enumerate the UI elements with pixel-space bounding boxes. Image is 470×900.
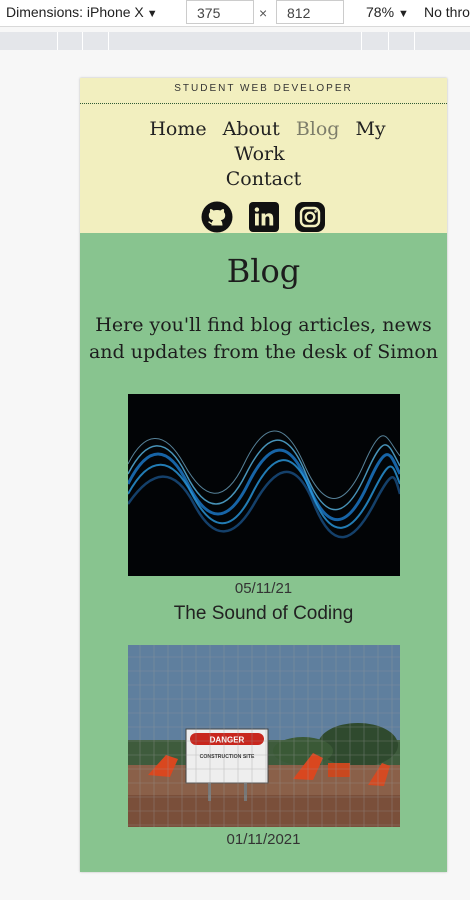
device-dropdown[interactable]: Dimensions: iPhone X ▼ xyxy=(6,4,158,20)
blog-post[interactable]: DANGER CONSTRUCTION SITE 01/11/2021 xyxy=(80,645,447,848)
instagram-icon[interactable] xyxy=(294,201,326,233)
nav-home[interactable]: Home xyxy=(149,118,206,140)
nav-contact[interactable]: Contact xyxy=(226,168,301,190)
chevron-down-icon: ▼ xyxy=(146,8,158,20)
blue-light-waves-image[interactable] xyxy=(127,394,400,576)
linkedin-icon[interactable] xyxy=(248,201,280,233)
social-links xyxy=(80,201,447,233)
device-label: Dimensions: iPhone X xyxy=(6,4,144,20)
media-query-ruler xyxy=(0,32,470,50)
chevron-down-icon: ▼ xyxy=(398,8,409,20)
main-nav: Home About Blog My Work Contact xyxy=(80,117,447,192)
blog-post[interactable]: 05/11/21 The Sound of Coding xyxy=(80,394,447,625)
ruler-tick xyxy=(57,32,58,50)
construction-site-image[interactable]: DANGER CONSTRUCTION SITE xyxy=(127,645,400,827)
github-icon[interactable] xyxy=(201,201,233,233)
ruler-tick xyxy=(82,32,83,50)
width-input[interactable]: 375 xyxy=(186,0,254,24)
zoom-dropdown[interactable]: 78% ▼ xyxy=(366,4,409,20)
throttle-dropdown[interactable]: No thro xyxy=(424,4,470,20)
page-title: Blog xyxy=(226,252,301,290)
nav-blog[interactable]: Blog xyxy=(296,118,340,140)
post-date: 01/11/2021 xyxy=(226,831,301,848)
devtools-toolbar: Dimensions: iPhone X ▼ 375 × 812 78% ▼ No … xyxy=(0,0,470,27)
nav-about[interactable]: About xyxy=(223,118,280,140)
ruler-tick xyxy=(108,32,109,50)
site-tagline: STUDENT WEB DEVELOPER xyxy=(80,78,447,104)
height-input[interactable]: 812 xyxy=(276,0,344,24)
page-intro: Here you'll find blog articles, news and… xyxy=(88,314,439,363)
device-viewport: STUDENT WEB DEVELOPER Home About Blog My Wo… xyxy=(80,78,447,872)
site-header: STUDENT WEB DEVELOPER Home About Blog My Wo… xyxy=(80,78,447,234)
times-sign: × xyxy=(259,5,268,21)
post-title[interactable]: The Sound of Coding xyxy=(80,603,447,625)
ruler-tick xyxy=(414,32,415,50)
post-date: 05/11/21 xyxy=(234,580,293,597)
zoom-label: 78% xyxy=(366,4,395,20)
danger-sign-heading: DANGER xyxy=(209,736,244,745)
ruler-tick xyxy=(388,32,389,50)
ruler-tick xyxy=(361,32,362,50)
